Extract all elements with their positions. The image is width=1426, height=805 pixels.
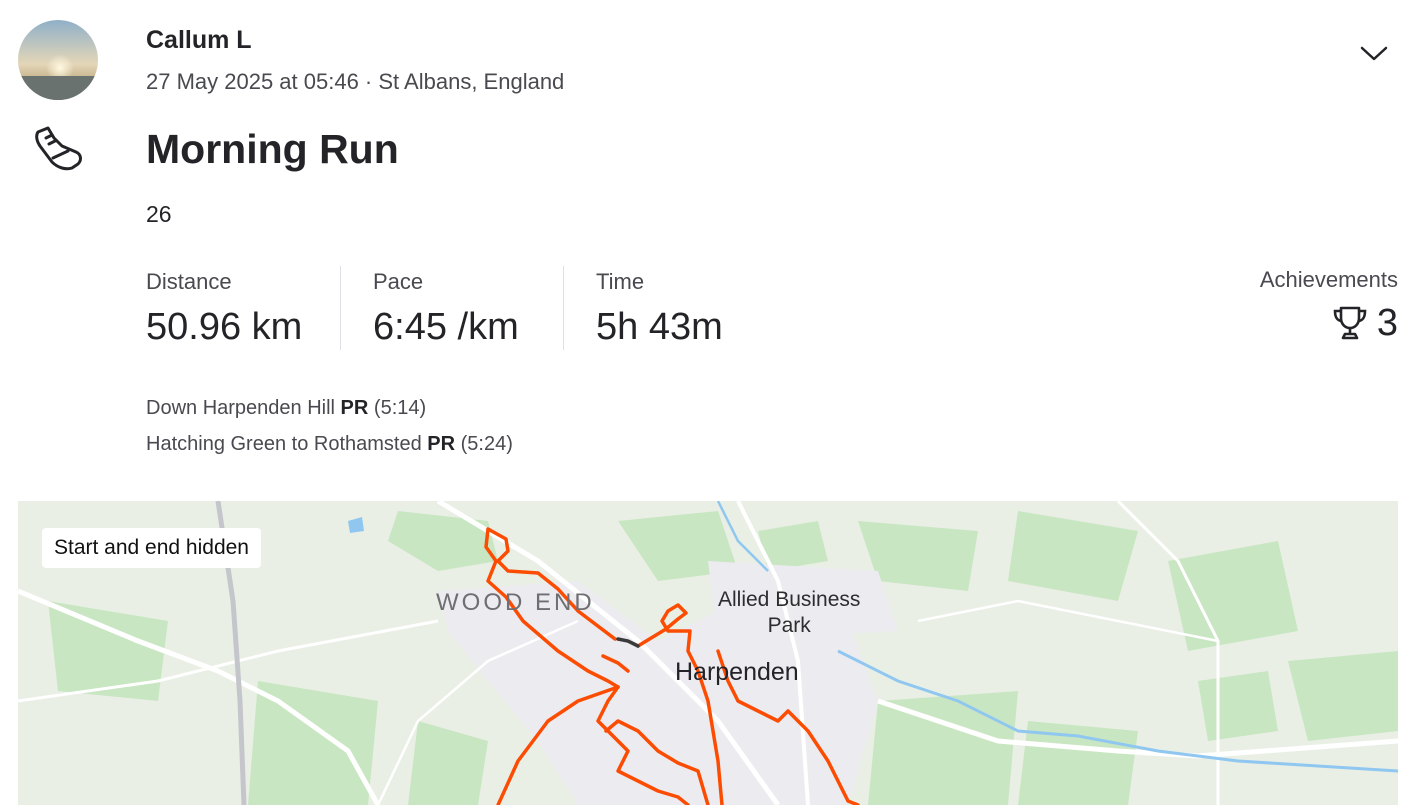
achievements[interactable]: Achievements 3 — [1260, 266, 1398, 346]
segment-time: (5:24) — [460, 433, 513, 455]
achievements-count: 3 — [1376, 302, 1398, 344]
stat-value: 5h 43m — [596, 306, 723, 348]
route-map[interactable]: Start and end hidden WOOD END Allied Bus… — [18, 501, 1398, 805]
stat-label: Distance — [146, 269, 232, 294]
athlete-name[interactable]: Callum L — [146, 26, 252, 55]
segment-name: Down Harpenden Hill — [146, 397, 335, 419]
pr-badge: PR — [427, 433, 456, 455]
segment-name: Hatching Green to Rothamsted — [146, 433, 422, 455]
stat-divider — [340, 266, 341, 350]
segment-item[interactable]: Hatching Green to Rothamsted PR (5:24) — [146, 426, 513, 462]
segment-efforts: Down Harpenden Hill PR (5:14) Hatching G… — [146, 390, 513, 462]
stat-value: 6:45 /km — [373, 306, 519, 348]
pr-badge: PR — [340, 397, 369, 419]
segment-time: (5:14) — [373, 397, 427, 419]
stat-label: Time — [596, 269, 645, 294]
stat-value: 50.96 km — [146, 306, 303, 348]
stat-distance: Distance 50.96 km — [146, 268, 302, 350]
avatar-image — [18, 20, 98, 100]
stat-time: Time 5h 43m — [596, 268, 723, 350]
chevron-down-icon[interactable] — [1358, 40, 1390, 66]
stat-label: Pace — [373, 269, 424, 294]
achievements-label: Achievements — [1259, 267, 1398, 292]
map-label-line: Park — [767, 614, 811, 637]
map-label-business-park: Allied Business Park — [718, 587, 860, 639]
map-label-wood-end: WOOD END — [436, 589, 595, 616]
stat-divider — [563, 266, 564, 350]
map-label-town: Harpenden — [675, 658, 799, 686]
activity-title[interactable]: Morning Run — [146, 126, 399, 173]
privacy-badge: Start and end hidden — [42, 528, 261, 568]
map-label-line: Allied Business — [718, 588, 861, 611]
athlete-avatar[interactable] — [18, 20, 98, 100]
map-pond — [348, 517, 364, 533]
running-shoe-icon — [35, 126, 82, 171]
activity-description: 26 — [146, 201, 172, 227]
stat-pace: Pace 6:45 /km — [373, 268, 519, 350]
trophy-icon — [1333, 306, 1367, 340]
activity-date-location: 27 May 2025 at 05:46 · St Albans, Englan… — [146, 69, 565, 94]
segment-item[interactable]: Down Harpenden Hill PR (5:14) — [146, 390, 513, 426]
